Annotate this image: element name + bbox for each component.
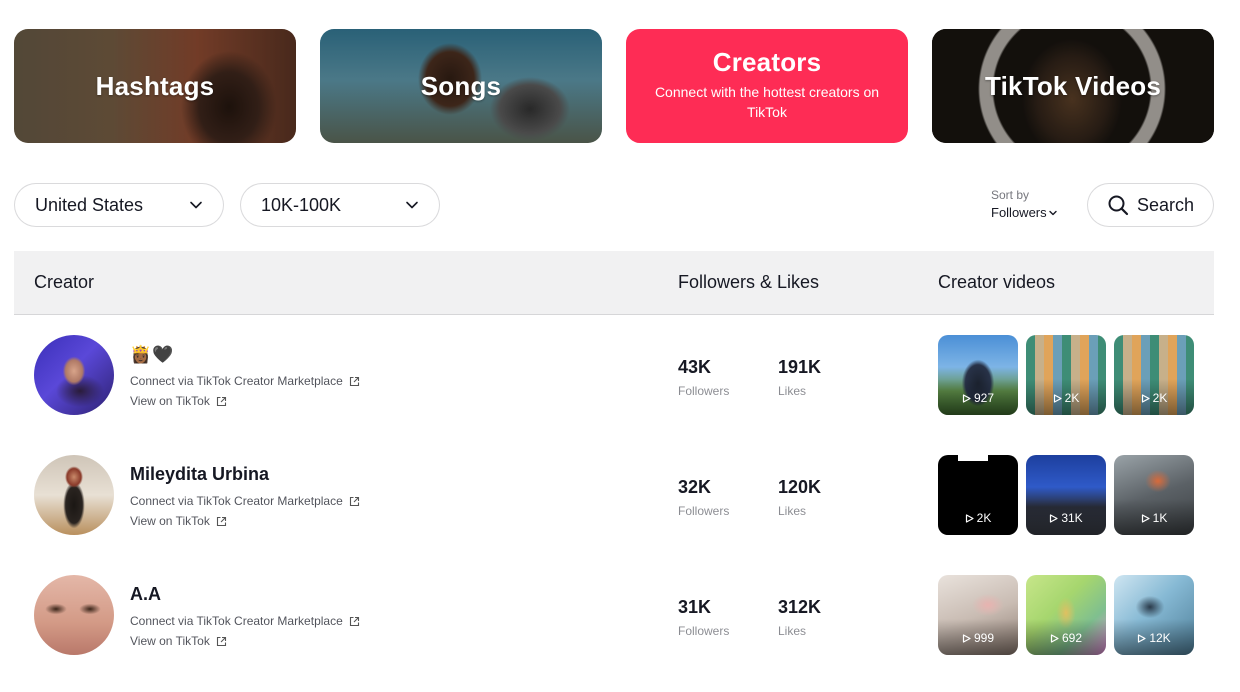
video-play-count: 2K (1152, 391, 1168, 405)
likes-stat: 191K Likes (778, 356, 821, 398)
play-icon (1141, 393, 1150, 403)
play-icon (1050, 633, 1059, 643)
video-play-count: 2K (1064, 391, 1080, 405)
marketplace-link[interactable]: Connect via TikTok Creator Marketplace (130, 494, 360, 508)
country-dropdown-value: United States (35, 194, 144, 215)
play-icon (1050, 513, 1058, 523)
video-thumbnail[interactable]: 31K (1026, 455, 1106, 535)
category-card-hashtags[interactable]: Hashtags (14, 29, 296, 143)
view-on-tiktok-label: View on TikTok (130, 394, 210, 408)
card-title: Hashtags (95, 70, 215, 101)
likes-stat: 120K Likes (778, 476, 821, 518)
card-title: Creators (712, 46, 822, 77)
likes-count: 191K (778, 357, 822, 377)
video-play-count: 31K (1061, 511, 1083, 525)
likes-label: Likes (778, 624, 807, 638)
play-icon (965, 513, 974, 523)
video-play-count: 12K (1149, 631, 1171, 645)
likes-label: Likes (778, 384, 807, 398)
view-on-tiktok-link[interactable]: View on TikTok (130, 514, 227, 528)
card-title: TikTok Videos (985, 70, 1161, 101)
sort-by-dropdown[interactable]: Sort by Followers (991, 187, 1071, 223)
video-play-count: 2K (976, 511, 992, 525)
video-thumbnail[interactable]: 2K (938, 455, 1018, 535)
category-card-tiktok-videos[interactable]: TikTok Videos (932, 29, 1214, 143)
marketplace-link-label: Connect via TikTok Creator Marketplace (130, 614, 343, 628)
followers-range-dropdown[interactable]: 10K-100K (240, 183, 440, 227)
chevron-down-icon (190, 201, 202, 209)
category-card-creators[interactable]: Creators Connect with the hottest creato… (626, 29, 908, 143)
play-icon (962, 393, 971, 403)
followers-range-value: 10K-100K (261, 194, 342, 215)
view-on-tiktok-label: View on TikTok (130, 514, 210, 528)
avatar[interactable] (34, 455, 114, 535)
card-subtitle: Connect with the hottest creators on Tik… (654, 83, 880, 120)
marketplace-link-label: Connect via TikTok Creator Marketplace (130, 374, 343, 388)
followers-count: 43K (678, 357, 712, 377)
video-play-count: 692 (1061, 631, 1083, 645)
followers-stat: 31K Followers (678, 596, 729, 638)
video-thumbnail[interactable]: 12K (1114, 575, 1194, 655)
likes-count: 120K (778, 477, 822, 497)
followers-stat: 32K Followers (678, 476, 729, 518)
play-icon (1138, 633, 1146, 643)
play-icon (1053, 393, 1062, 403)
external-link-icon (216, 396, 226, 406)
external-link-icon (349, 376, 359, 386)
table-row: 👸🏾🖤 Connect via TikTok Creator Marketpla… (14, 315, 1214, 435)
sort-by-label: Sort by (991, 188, 1030, 202)
avatar[interactable] (34, 575, 114, 655)
video-thumbnail[interactable]: 999 (938, 575, 1018, 655)
video-thumbnail[interactable]: 927 (938, 335, 1018, 415)
country-dropdown[interactable]: United States (14, 183, 224, 227)
marketplace-link-label: Connect via TikTok Creator Marketplace (130, 494, 343, 508)
creator-name[interactable]: 👸🏾🖤 (130, 344, 174, 366)
play-icon (962, 633, 971, 643)
video-play-count: 999 (973, 631, 995, 645)
followers-stat: 43K Followers (678, 356, 729, 398)
table-row: A.A Connect via TikTok Creator Marketpla… (14, 555, 1214, 675)
play-icon (1141, 513, 1150, 523)
column-header-followers-likes: Followers & Likes (678, 272, 820, 292)
likes-label: Likes (778, 504, 807, 518)
sort-by-value: Followers (991, 205, 1047, 220)
table-row: Mileydita Urbina Connect via TikTok Crea… (14, 435, 1214, 555)
external-link-icon (216, 516, 226, 526)
card-title: Songs (420, 70, 502, 101)
likes-stat: 312K Likes (778, 596, 821, 638)
video-play-count: 927 (973, 391, 995, 405)
likes-count: 312K (778, 597, 822, 617)
video-thumbnail[interactable]: 2K (1114, 335, 1194, 415)
chevron-down-icon (1048, 210, 1057, 216)
marketplace-link[interactable]: Connect via TikTok Creator Marketplace (130, 614, 360, 628)
view-on-tiktok-label: View on TikTok (130, 634, 210, 648)
followers-count: 31K (678, 597, 712, 617)
external-link-icon (216, 636, 226, 646)
view-on-tiktok-link[interactable]: View on TikTok (130, 394, 227, 408)
followers-label: Followers (678, 624, 730, 638)
category-cards: Hashtags Songs Creators Connect with the… (14, 29, 1214, 143)
creator-name[interactable]: A.A (130, 584, 161, 605)
search-button-label: Search (1136, 194, 1195, 215)
followers-label: Followers (678, 384, 730, 398)
followers-count: 32K (678, 477, 712, 497)
search-button[interactable]: Search (1087, 183, 1214, 227)
video-play-count: 1K (1152, 511, 1168, 525)
table-header: Creator Followers & Likes Creator videos (14, 251, 1214, 315)
marketplace-link[interactable]: Connect via TikTok Creator Marketplace (130, 374, 360, 388)
column-header-creator: Creator (34, 272, 95, 292)
followers-label: Followers (678, 504, 730, 518)
video-thumbnail[interactable]: 2K (1026, 335, 1106, 415)
creator-name[interactable]: Mileydita Urbina (130, 464, 269, 485)
avatar[interactable] (34, 335, 114, 415)
view-on-tiktok-link[interactable]: View on TikTok (130, 634, 227, 648)
external-link-icon (349, 496, 359, 506)
column-header-creator-videos: Creator videos (938, 272, 1056, 292)
chevron-down-icon (406, 201, 418, 209)
category-card-songs[interactable]: Songs (320, 29, 602, 143)
external-link-icon (349, 616, 359, 626)
search-icon (1108, 195, 1129, 216)
video-thumbnail[interactable]: 1K (1114, 455, 1194, 535)
video-thumbnail[interactable]: 692 (1026, 575, 1106, 655)
